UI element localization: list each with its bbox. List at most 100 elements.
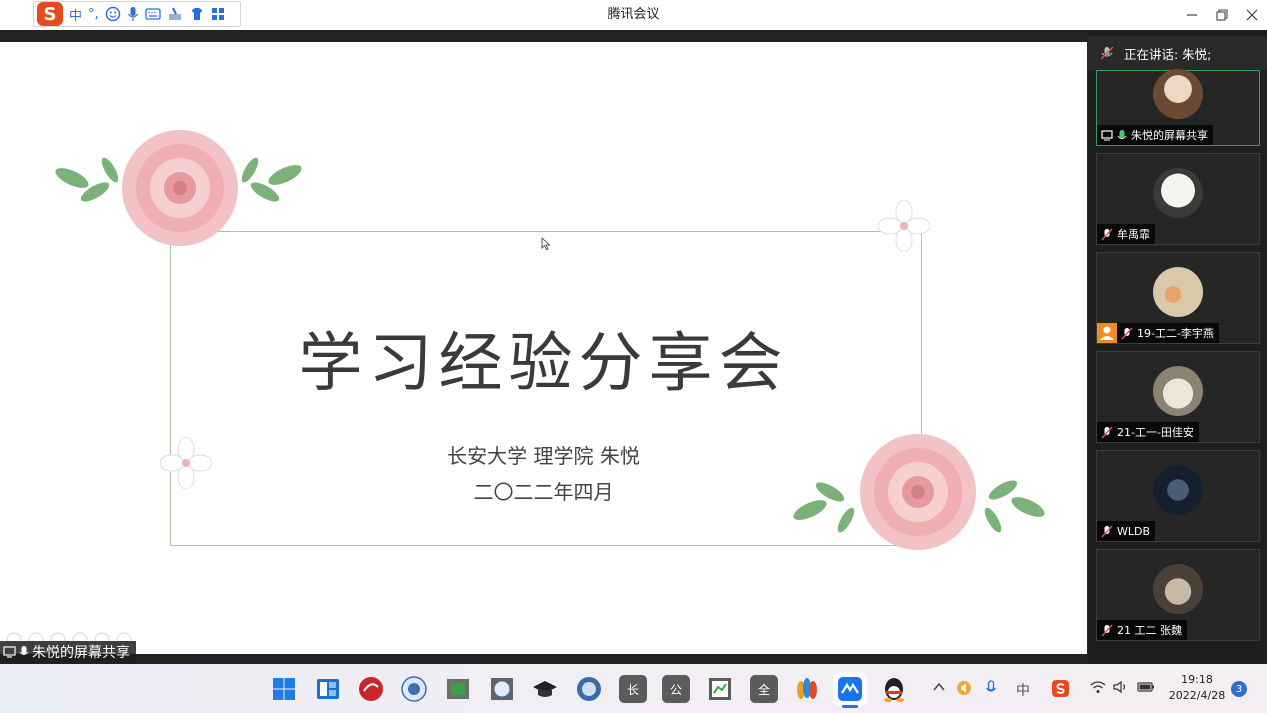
avatar — [1153, 465, 1203, 515]
taskbar-academic-app[interactable] — [531, 675, 559, 703]
participant-name-tag: 19-工二-李宇燕 — [1097, 323, 1219, 343]
school-emblem-icon — [491, 678, 513, 700]
notification-badge[interactable]: 3 — [1231, 681, 1247, 697]
restore-icon — [1216, 9, 1228, 21]
participant-name: 牟禹霏 — [1117, 228, 1150, 241]
green-app-icon — [447, 679, 469, 699]
participant-name: 19-工二-李宇燕 — [1137, 327, 1214, 340]
taskbar-green-app[interactable] — [444, 675, 472, 703]
flower-decoration-top-left-icon — [55, 130, 302, 246]
participant-tile[interactable]: 牟禹霏 — [1096, 153, 1260, 245]
tray-mic[interactable] — [985, 680, 997, 700]
tray-sogou[interactable] — [1052, 680, 1069, 701]
small-flower-icon — [878, 200, 930, 252]
taskbar-app-quan[interactable]: 全 — [750, 675, 778, 703]
taskbar-feather-app[interactable] — [793, 675, 821, 703]
ime-mode[interactable]: 中 — [69, 5, 82, 24]
speaking-mic-icon — [1100, 46, 1114, 60]
avatar — [1153, 168, 1203, 218]
taskbar-school-app-3[interactable] — [575, 675, 603, 703]
tray-battery[interactable] — [1137, 680, 1155, 698]
avatar — [1153, 69, 1203, 119]
participant-name: 21 工二 张魏 — [1117, 624, 1182, 637]
voice-icon[interactable] — [127, 6, 139, 22]
wifi-icon — [1090, 681, 1106, 693]
emoji-icon[interactable] — [105, 6, 121, 22]
clock-time: 19:18 — [1181, 673, 1213, 686]
close-button[interactable] — [1237, 0, 1267, 30]
slide-title: 学习经验分享会 — [298, 327, 789, 401]
battery-charging-icon — [1137, 682, 1154, 692]
speaking-indicator: 正在讲话: 朱悦; — [1088, 36, 1267, 70]
participant-name-tag: 朱悦的屏幕共享 — [1097, 125, 1213, 145]
taskbar-school-app-1[interactable] — [400, 675, 428, 703]
mouse-cursor-icon — [541, 237, 551, 250]
participant-name-tag: WLDB — [1097, 521, 1156, 541]
taskbar-school-app-2[interactable] — [488, 675, 516, 703]
taskbar-app-gong[interactable]: 公 — [662, 675, 690, 703]
participant-tile[interactable]: 21 工二 张魏 — [1096, 549, 1260, 641]
handwriting-icon[interactable] — [167, 6, 183, 22]
taskbar-clock[interactable]: 19:18 2022/4/28 — [1165, 672, 1229, 704]
minimize-icon — [1187, 14, 1197, 16]
chevron-up-icon — [933, 682, 945, 691]
taskbar-chaoxing[interactable] — [357, 675, 385, 703]
chaoxing-app-icon — [359, 677, 383, 701]
start-button[interactable] — [270, 675, 298, 703]
restore-button[interactable] — [1207, 0, 1237, 30]
mic-on-icon — [19, 646, 29, 655]
taskbar-app-chang[interactable]: 长 — [619, 675, 647, 703]
tray-ime-mode[interactable]: 中 — [1016, 680, 1030, 700]
ime-punct[interactable]: °, — [88, 7, 99, 22]
taskbar-widgets[interactable] — [314, 675, 342, 703]
avatar — [1153, 564, 1203, 614]
mic-muted-icon — [1101, 228, 1113, 240]
microphone-icon — [986, 680, 996, 692]
school-emblem-icon — [577, 677, 601, 701]
chart-app-icon — [709, 678, 731, 700]
host-badge-icon — [1097, 323, 1117, 343]
participant-tile[interactable]: 21-工一-田佳安 — [1096, 351, 1260, 443]
skin-icon[interactable] — [189, 6, 205, 22]
mic-muted-icon — [1101, 624, 1113, 636]
mic-muted-icon — [1101, 525, 1113, 537]
tray-volume[interactable] — [1113, 680, 1129, 698]
mic-muted-icon — [1101, 426, 1113, 438]
participant-name: 21-工一-田佳安 — [1117, 426, 1194, 439]
tray-wifi[interactable] — [1090, 680, 1106, 698]
avatar — [1153, 267, 1203, 317]
slide-subtitle-date: 二〇二二年四月 — [473, 480, 614, 504]
sogou-logo-icon — [1052, 680, 1069, 697]
shared-slide: 学习经验分享会 长安大学 理学院 朱悦 二〇二二年四月 — [0, 42, 1087, 654]
tray-overflow-button[interactable] — [932, 680, 946, 698]
toolbox-icon[interactable] — [211, 7, 225, 21]
ime-toolbar[interactable]: S 中 °, — [33, 1, 241, 27]
participant-name-tag: 牟禹霏 — [1097, 224, 1155, 244]
tray-speaker-app[interactable] — [956, 680, 972, 700]
keyboard-icon[interactable] — [145, 7, 161, 21]
participant-name-tag: 21-工一-田佳安 — [1097, 422, 1199, 442]
participant-tile[interactable]: 朱悦的屏幕共享 — [1096, 69, 1260, 146]
clock-date: 2022/4/28 — [1168, 689, 1226, 702]
graduation-cap-icon — [533, 681, 557, 697]
slide-subtitle-author: 长安大学 理学院 朱悦 — [447, 444, 640, 468]
feather-app-icon — [797, 678, 817, 699]
taskbar-qq[interactable] — [880, 675, 908, 703]
volume-icon — [1113, 680, 1126, 694]
participant-name-tag: 21 工二 张魏 — [1097, 620, 1187, 640]
share-bottom-bar — [0, 654, 1088, 664]
sogou-logo-icon[interactable]: S — [37, 2, 63, 26]
taskbar-chart-app[interactable] — [706, 675, 734, 703]
minimize-button[interactable] — [1177, 0, 1207, 30]
participant-tile[interactable]: 19-工二-李宇燕 — [1096, 252, 1260, 344]
avatar — [1153, 366, 1203, 416]
participant-tile[interactable]: WLDB — [1096, 450, 1260, 542]
taskbar-tencent-meeting[interactable] — [833, 672, 867, 706]
share-top-bar — [0, 30, 1088, 42]
tencent-meeting-icon — [838, 677, 862, 701]
windows-start-icon — [273, 678, 295, 700]
participant-name: 朱悦的屏幕共享 — [1131, 129, 1208, 142]
qq-penguin-icon — [884, 678, 904, 702]
participant-name: WLDB — [1117, 524, 1151, 538]
mic-muted-icon — [1121, 327, 1133, 339]
